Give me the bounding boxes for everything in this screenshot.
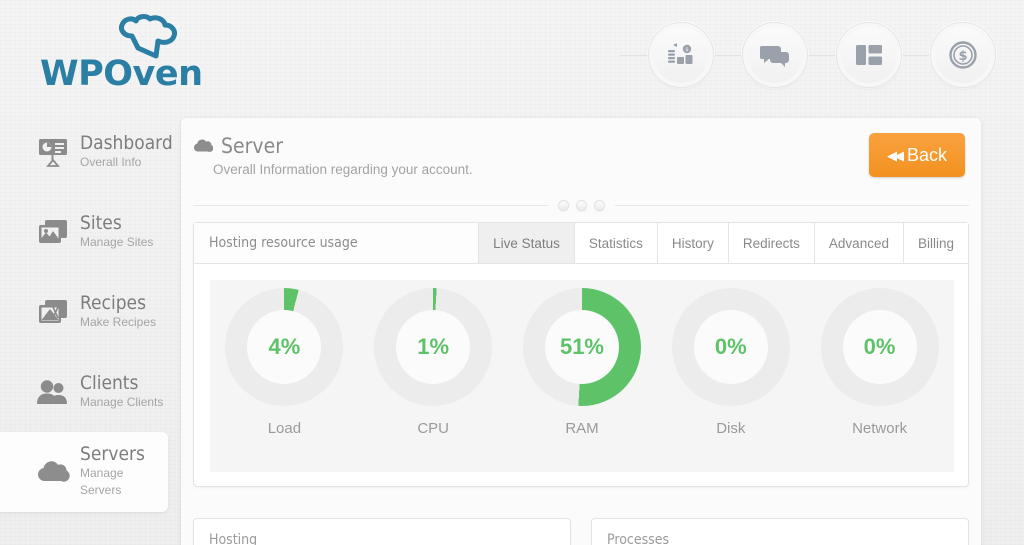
back-button-label: Back — [906, 144, 948, 165]
back-button[interactable]: ◀◀ Back — [869, 133, 965, 177]
donut-center: 1% — [396, 310, 471, 384]
tab-bar: Hosting resource usage Live Status Stati… — [194, 223, 968, 264]
page-subtitle: Overall Information regarding your accou… — [213, 162, 473, 177]
top-icon-row: $ $ — [620, 10, 996, 100]
divider-rule-left — [193, 204, 548, 206]
chat-bubbles-icon[interactable] — [742, 22, 808, 88]
processes-panel: Processes — [591, 518, 969, 545]
cloud-icon — [36, 455, 70, 489]
carousel-dot[interactable] — [557, 199, 569, 211]
donut-chart: 0% — [671, 288, 790, 406]
sidebar-item-sublabel: Manage Sites — [80, 234, 154, 249]
gauge-label: CPU — [417, 420, 450, 437]
hosting-panel-title: Hosting — [209, 532, 258, 545]
hosting-resource-usage-card: Hosting resource usage Live Status Stati… — [193, 222, 969, 487]
dollar-coin-icon[interactable]: $ — [930, 22, 996, 88]
donut-center: 0% — [842, 310, 917, 384]
tab-history[interactable]: History — [657, 223, 729, 263]
sidebar: Dashboard Overall Info Sites Manage Site… — [0, 112, 173, 545]
sidebar-item-label: Recipes — [80, 291, 146, 314]
donut-chart: 1% — [374, 288, 493, 406]
tab-advanced[interactable]: Advanced — [814, 223, 904, 263]
sidebar-item-label: Dashboard — [80, 131, 173, 154]
gauge-value: 4% — [268, 334, 301, 359]
hosting-panel: Hosting — [193, 518, 571, 545]
users-icon — [36, 375, 70, 409]
coins-stack-icon[interactable]: $ — [648, 22, 714, 88]
svg-text:$: $ — [958, 49, 967, 64]
rewind-icon: ◀◀ — [886, 147, 904, 163]
gauge-value: 0% — [714, 334, 747, 359]
donut-center: 4% — [247, 310, 322, 384]
processes-panel-title: Processes — [607, 532, 670, 545]
page-header: Server Overall Information regarding you… — [181, 118, 981, 200]
sidebar-item-servers[interactable]: Servers Manage Servers — [0, 432, 168, 512]
gauge-network: 0% Network — [815, 288, 945, 437]
gauge-area: 4% Load 1% CPU 51% RAM 0% Disk 0% Networ… — [210, 280, 954, 472]
cloud-icon — [193, 139, 213, 153]
gauge-value: 51% — [559, 334, 604, 359]
carousel-dots[interactable] — [548, 199, 615, 211]
icon-connector — [714, 54, 742, 56]
gauge-value: 1% — [417, 334, 450, 359]
sidebar-item-recipes[interactable]: Recipes Make Recipes — [0, 272, 168, 352]
gauge-ram: 51% RAM — [517, 288, 647, 437]
donut-chart: 51% — [522, 288, 641, 406]
donut-chart: 4% — [225, 288, 344, 406]
page-title: Server — [193, 134, 283, 158]
main-panel: Server Overall Information regarding you… — [181, 118, 981, 545]
tab-live-status[interactable]: Live Status — [479, 223, 575, 263]
gauge-label: RAM — [565, 420, 599, 437]
sidebar-item-sublabel: Manage Clients — [80, 394, 164, 409]
carousel-dot[interactable] — [593, 199, 605, 211]
gauge-cpu: 1% CPU — [368, 288, 498, 437]
sidebar-item-label: Clients — [80, 371, 139, 394]
gauge-value: 0% — [863, 334, 896, 359]
layout-grid-icon[interactable] — [836, 22, 902, 88]
sidebar-item-label: Sites — [80, 211, 122, 234]
carousel-dot[interactable] — [575, 199, 587, 211]
gauge-label: Disk — [716, 420, 746, 437]
presentation-chart-icon — [36, 135, 70, 169]
gauge-label: Network — [852, 420, 908, 437]
usage-section-label: Hosting resource usage — [194, 223, 480, 263]
recipe-image-icon — [36, 295, 70, 329]
donut-center: 0% — [693, 310, 768, 384]
divider-rule-right — [614, 204, 969, 206]
tab-redirects[interactable]: Redirects — [728, 223, 815, 263]
top-bar: WPOven $ $ — [0, 0, 1024, 112]
brand-logo[interactable]: WPOven — [40, 14, 260, 94]
sidebar-item-sublabel: Manage Servers — [80, 466, 124, 497]
icon-connector — [808, 54, 836, 56]
images-icon — [36, 215, 70, 249]
tab-statistics[interactable]: Statistics — [574, 223, 658, 263]
section-divider — [193, 198, 969, 212]
sidebar-item-sublabel: Overall Info — [80, 154, 142, 169]
sidebar-item-label: Servers — [80, 443, 145, 466]
brand-name: WPOven — [40, 54, 203, 94]
page-title-text: Server — [221, 134, 283, 158]
gauge-label: Load — [267, 420, 302, 437]
gauge-load: 4% Load — [219, 288, 349, 437]
sidebar-item-sites[interactable]: Sites Manage Sites — [0, 192, 168, 272]
icon-connector — [902, 54, 930, 56]
gauge-disk: 0% Disk — [666, 288, 796, 437]
donut-center: 51% — [544, 310, 619, 384]
sidebar-item-clients[interactable]: Clients Manage Clients — [0, 352, 168, 432]
svg-text:$: $ — [685, 47, 689, 53]
tab-billing[interactable]: Billing — [903, 223, 968, 263]
donut-chart: 0% — [820, 288, 939, 406]
bottom-panel-row: Hosting Processes — [193, 518, 969, 545]
icon-connector — [620, 54, 648, 56]
sidebar-item-dashboard[interactable]: Dashboard Overall Info — [0, 112, 173, 192]
sidebar-item-sublabel: Make Recipes — [80, 314, 157, 329]
